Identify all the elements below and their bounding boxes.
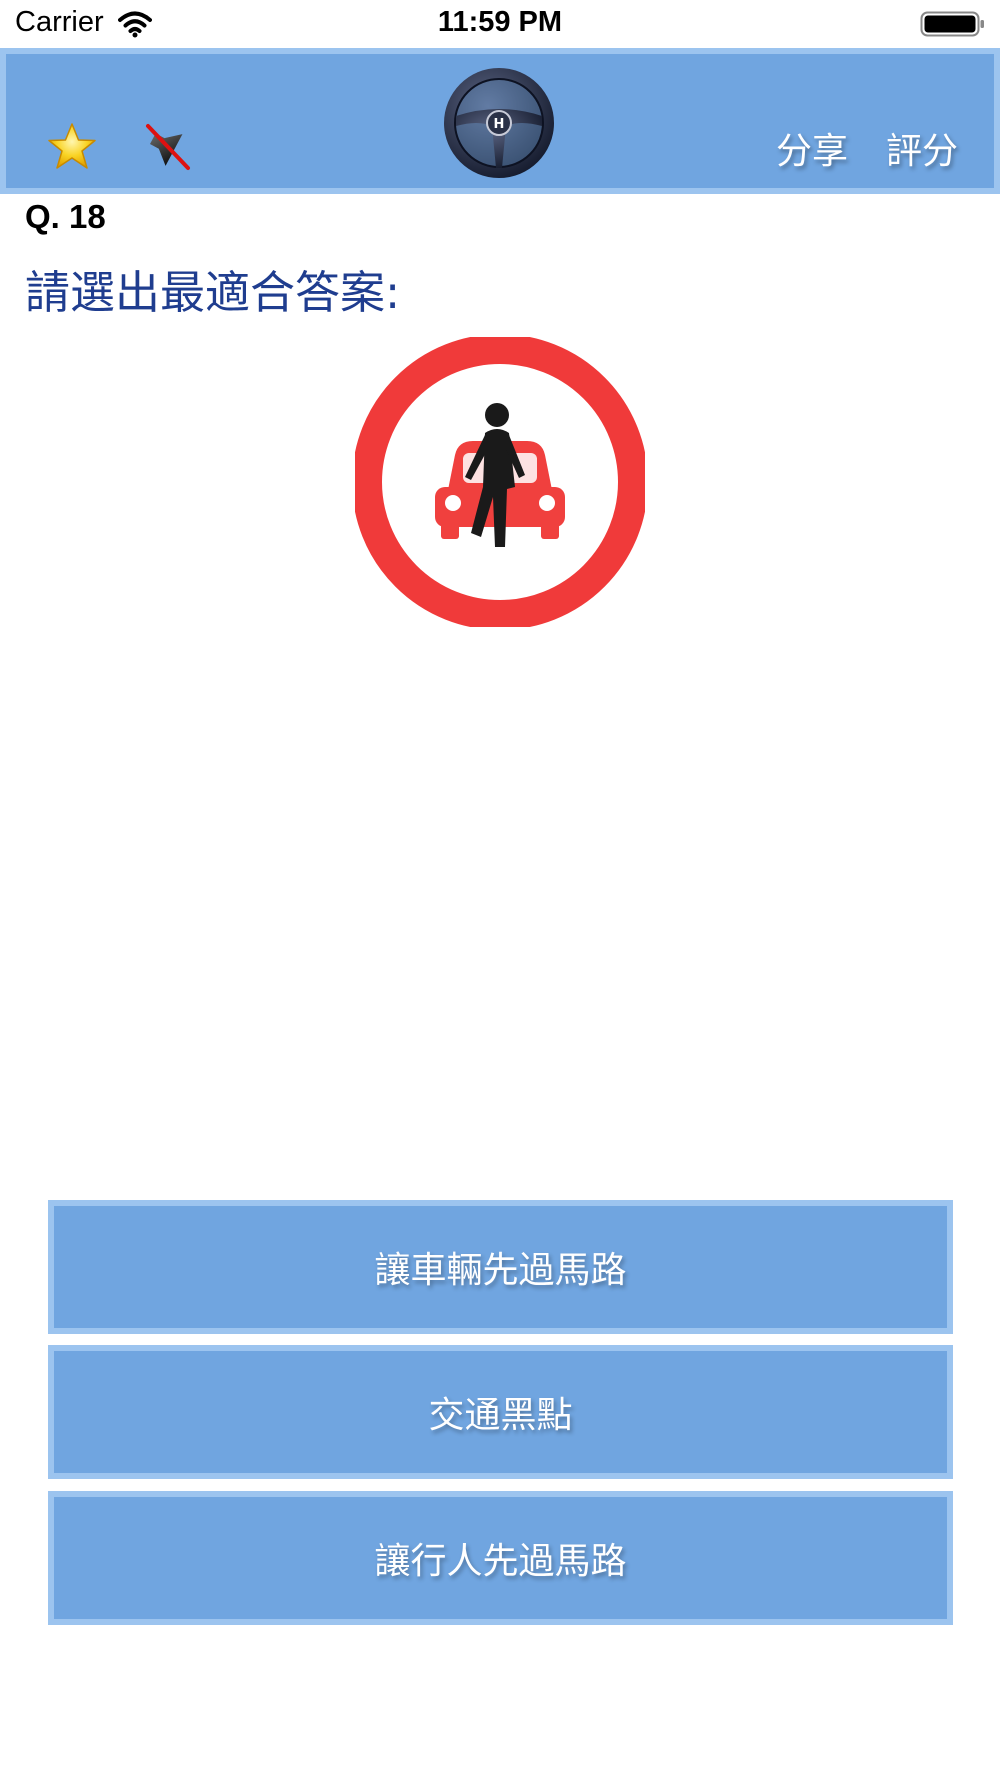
share-button[interactable]: 分享 — [776, 122, 848, 174]
steering-wheel-icon: H — [444, 68, 554, 178]
svg-text:H: H — [494, 117, 505, 132]
favorite-star-button[interactable] — [46, 122, 98, 172]
steering-wheel-logo: H — [440, 64, 558, 182]
answer-option-1[interactable]: 讓車輛先過馬路 — [48, 1200, 953, 1334]
question-number: Q. 18 — [25, 198, 106, 235]
answer-option-3[interactable]: 讓行人先過馬路 — [48, 1491, 953, 1625]
status-bar: Carrier 11:59 PM — [0, 0, 1000, 48]
speaker-muted-icon — [146, 124, 190, 170]
clock: 11:59 PM — [437, 6, 563, 38]
mute-sound-button[interactable] — [142, 120, 194, 174]
star-icon — [48, 123, 96, 169]
rate-button[interactable]: 評分 — [886, 122, 958, 174]
question-prompt: 請選出最適合答案: — [25, 266, 401, 319]
traffic-sign-image — [352, 334, 648, 630]
battery-icon — [920, 10, 986, 38]
no-pedestrian-and-vehicle-sign-icon — [352, 334, 648, 630]
answer-option-2[interactable]: 交通黑點 — [48, 1345, 953, 1479]
